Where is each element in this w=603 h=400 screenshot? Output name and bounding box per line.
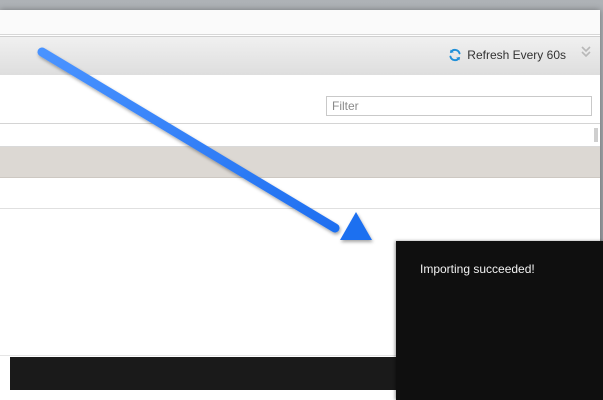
table-column-header xyxy=(0,124,600,147)
table-row[interactable] xyxy=(0,147,600,178)
panel-header: Refresh Every 60s xyxy=(0,36,600,76)
refresh-label: Refresh Every 60s xyxy=(467,48,566,62)
column-resize-handle[interactable] xyxy=(594,128,598,142)
filter-toolbar xyxy=(0,75,600,124)
top-strip xyxy=(0,10,600,35)
double-chevron-down-icon[interactable] xyxy=(580,45,592,59)
filter-input[interactable] xyxy=(326,96,592,116)
table-row[interactable] xyxy=(0,178,600,209)
refresh-control[interactable]: Refresh Every 60s xyxy=(448,48,566,62)
refresh-icon xyxy=(449,48,461,62)
notification-toast[interactable]: Importing succeeded! xyxy=(396,241,603,400)
toast-message: Importing succeeded! xyxy=(420,262,535,276)
screenshot-stage: Refresh Every 60s Importing succeeded! xyxy=(0,0,603,400)
